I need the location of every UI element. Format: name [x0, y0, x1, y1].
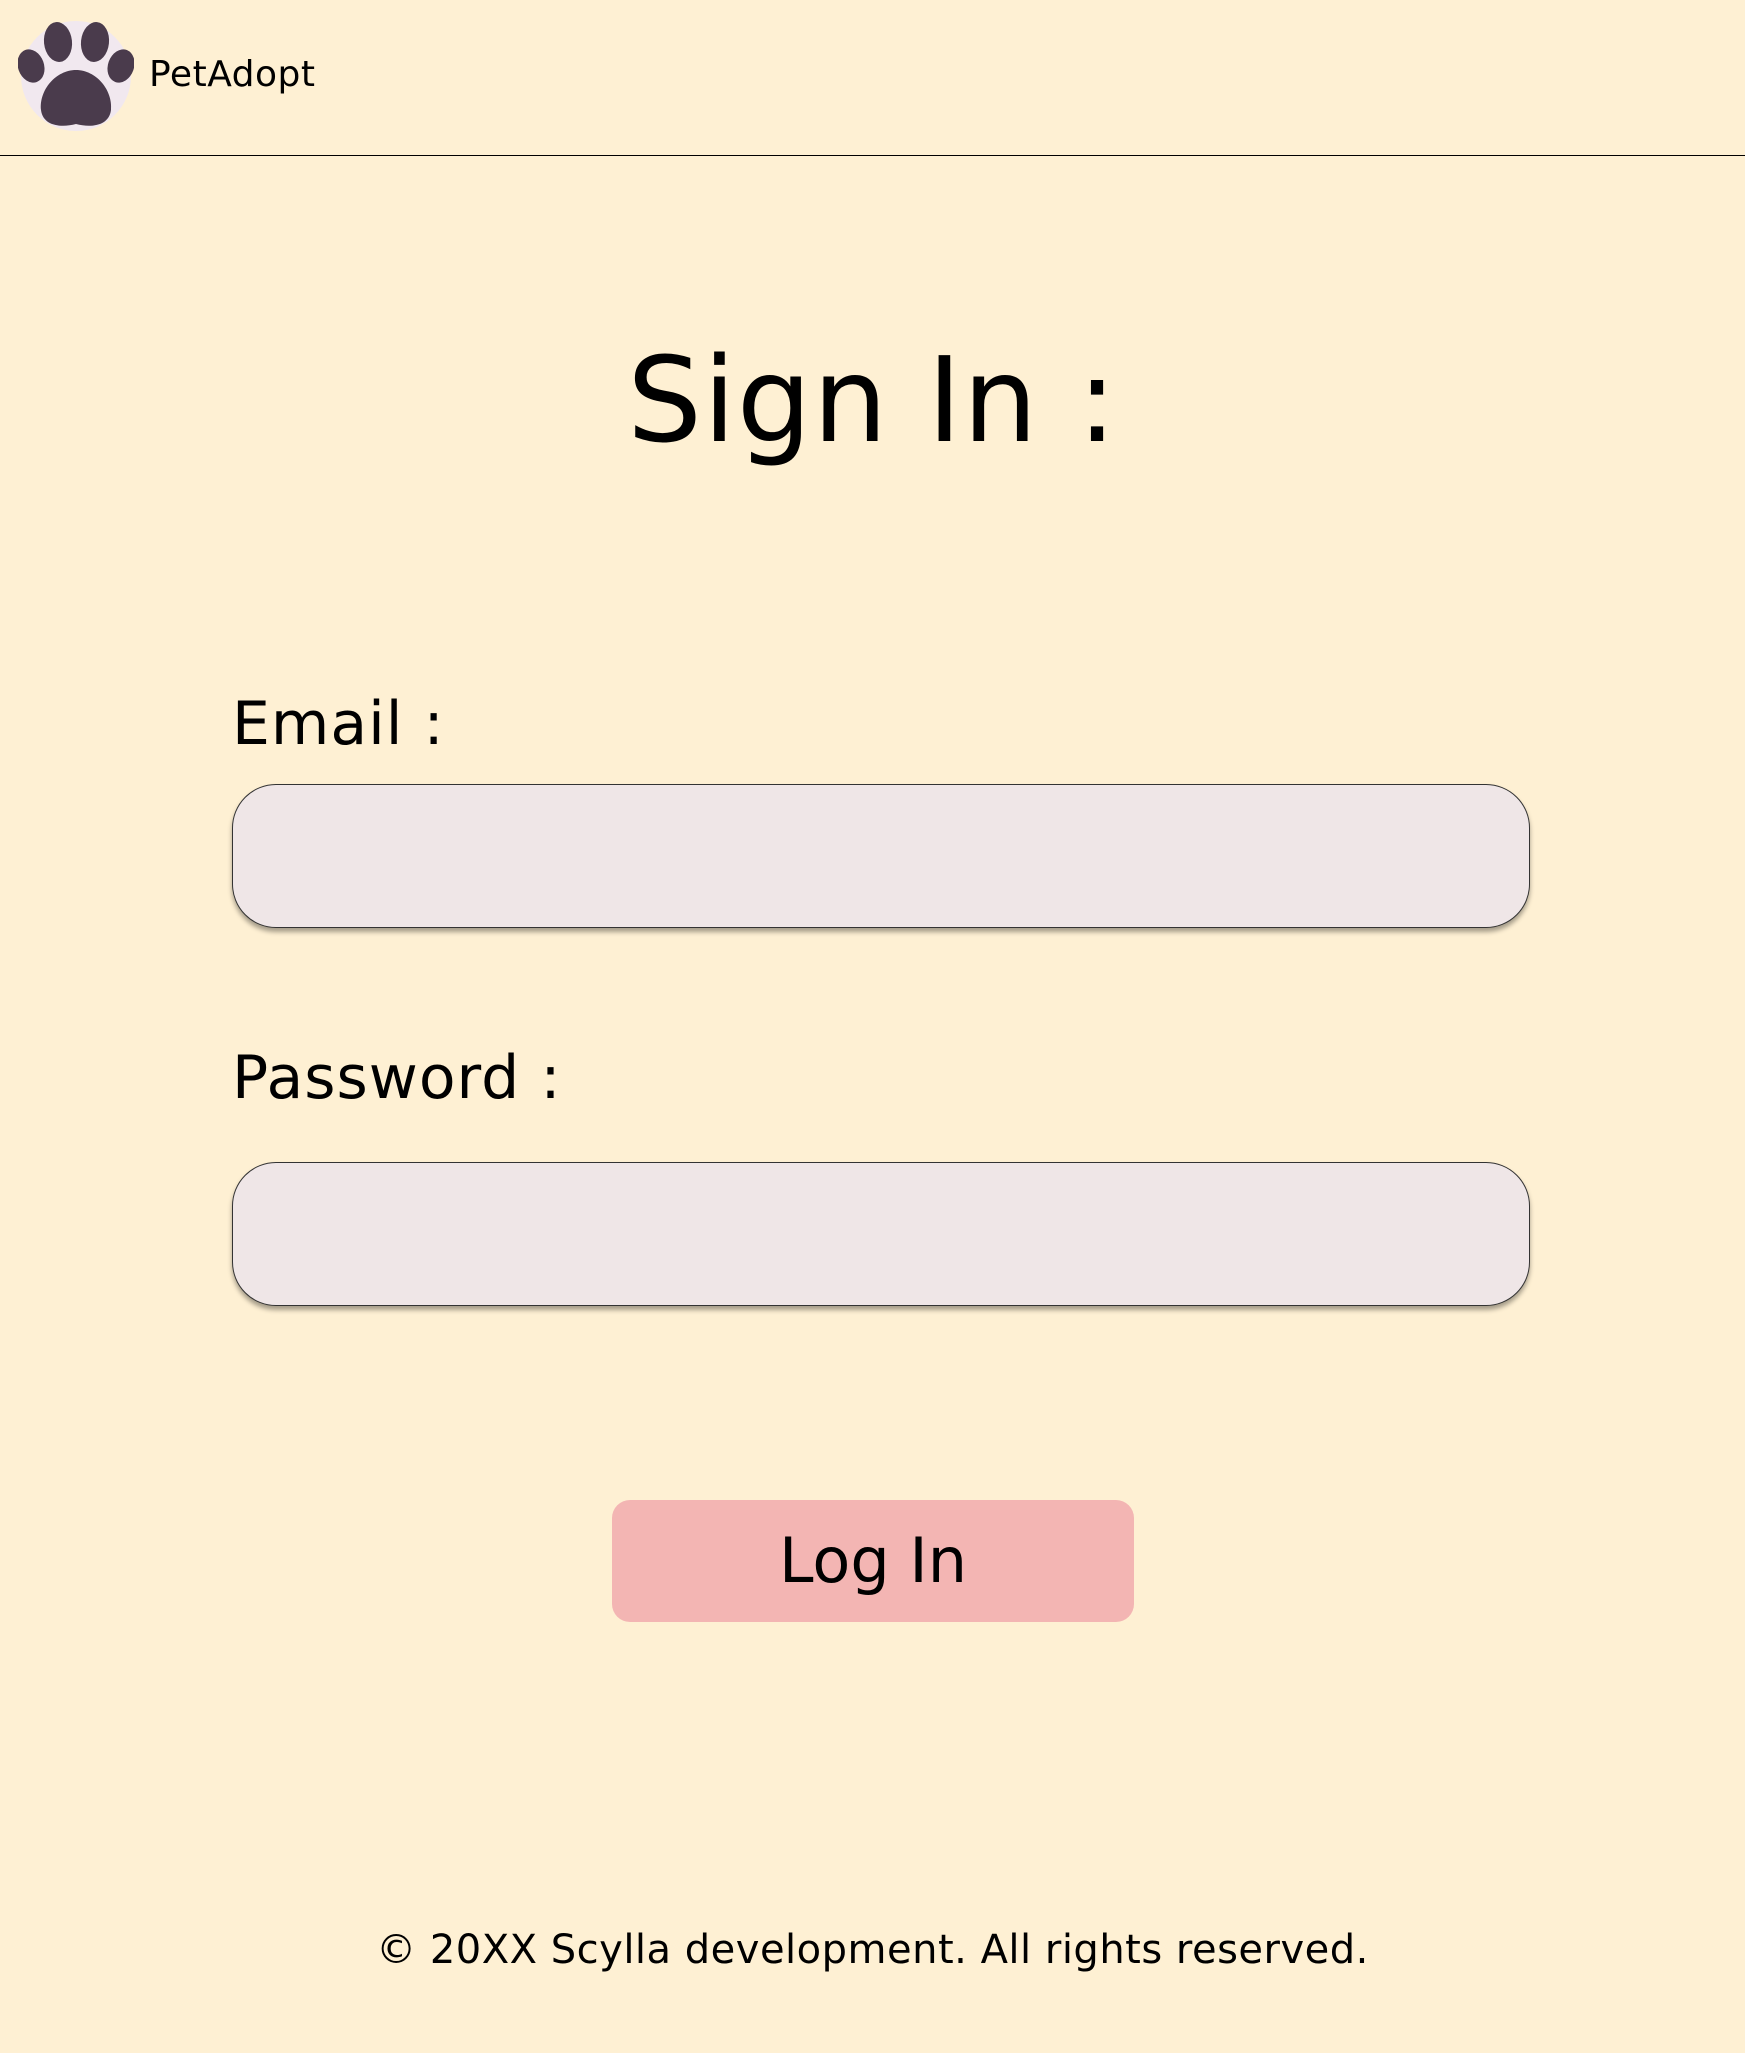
email-label: Email :: [232, 689, 445, 759]
site-header: PetAdopt: [0, 0, 1745, 156]
page-title: Sign In :: [627, 331, 1118, 469]
login-button[interactable]: Log In: [612, 1500, 1134, 1622]
brand-name[interactable]: PetAdopt: [149, 50, 316, 100]
email-field[interactable]: [232, 784, 1530, 928]
paw-icon[interactable]: [18, 20, 134, 132]
password-field[interactable]: [232, 1162, 1530, 1306]
footer-copyright: © 20XX Scylla development. All rights re…: [376, 1927, 1369, 1973]
password-label: Password :: [232, 1043, 562, 1113]
